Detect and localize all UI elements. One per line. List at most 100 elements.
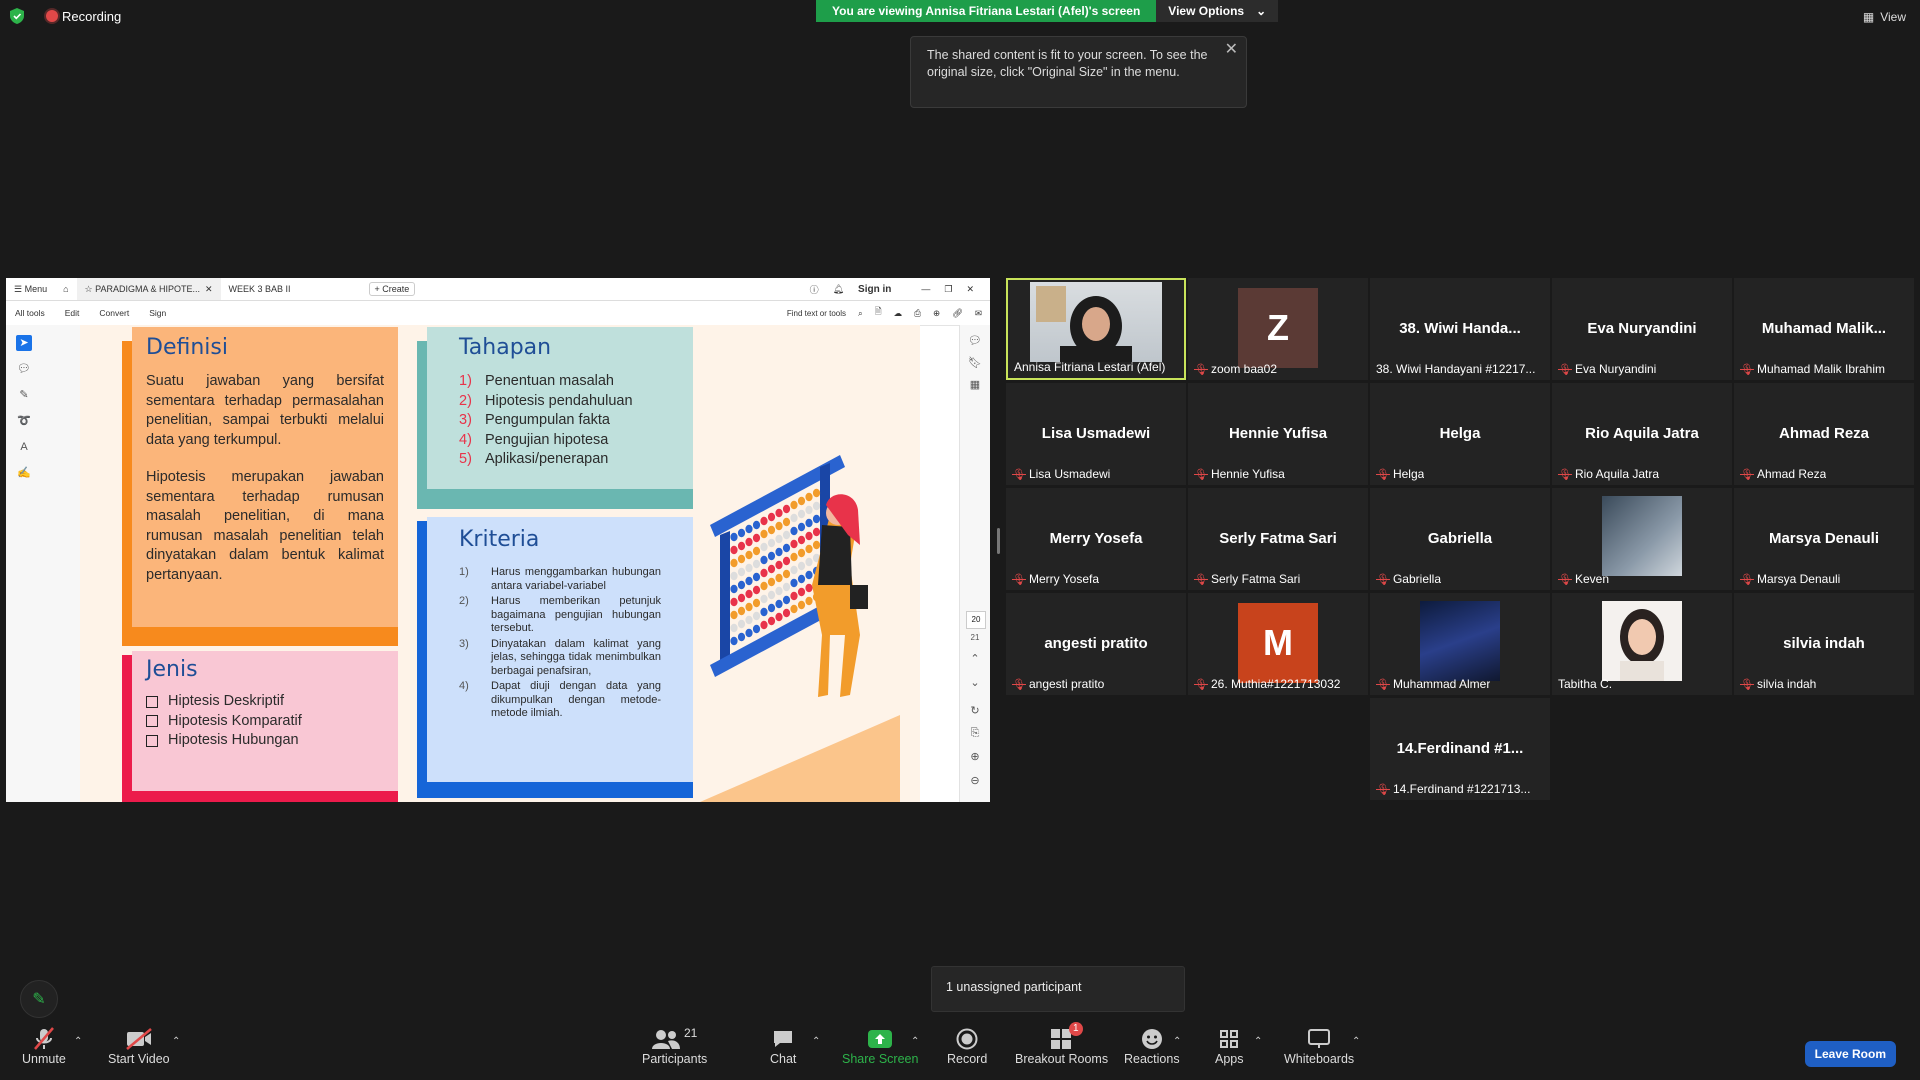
create-button[interactable]: + Create <box>368 282 416 296</box>
page-down-icon[interactable]: ⌄ <box>967 675 983 691</box>
find-field[interactable]: Find text or tools <box>787 309 846 318</box>
unmute-label: Unmute <box>22 1052 66 1066</box>
participant-tile[interactable]: 38. Wiwi Handa... 38. Wiwi Handayani #122… <box>1370 278 1550 380</box>
chat-options-chevron-icon[interactable]: ⌃ <box>812 1036 820 1047</box>
participant-tile[interactable]: Rio Aquila Jatra 🎙︎ Rio Aquila Jatra <box>1552 383 1732 485</box>
select-cursor-icon[interactable]: ➤ <box>16 335 32 351</box>
tahapan-list: 1) Penentuan masalah 2) Hipotesis pendahulu… <box>459 372 661 470</box>
whiteboards-chevron-icon[interactable]: ⌃ <box>1352 1036 1360 1047</box>
page-up-icon[interactable]: ⌃ <box>967 651 983 667</box>
breakout-rooms-icon: 1 <box>1050 1022 1083 1052</box>
text-icon[interactable]: A <box>16 439 32 455</box>
page-number-box[interactable]: 20 <box>966 611 986 629</box>
help-icon[interactable]: ⓘ <box>810 283 819 296</box>
fit-page-icon[interactable]: ⎘ <box>967 725 983 741</box>
lasso-icon[interactable]: ➰ <box>16 413 32 429</box>
view-options-button[interactable]: View Options ⌄ <box>1156 0 1279 22</box>
tool-edit[interactable]: Edit <box>65 308 80 318</box>
bookmark-icon[interactable]: 🔖︎ <box>967 355 983 371</box>
bell-icon[interactable]: 🔔︎ <box>833 284 844 295</box>
save-icon[interactable]: 🗎︎ <box>875 306 882 320</box>
abacus-bead <box>805 531 813 541</box>
print-icon[interactable]: ⎙ <box>914 308 921 319</box>
search-icon[interactable]: ⌕ <box>858 308 863 319</box>
participant-tile[interactable]: Helga 🎙︎ Helga <box>1370 383 1550 485</box>
record-button[interactable]: Record <box>947 1026 987 1066</box>
participant-tile[interactable]: Merry Yosefa 🎙︎ Merry Yosefa <box>1006 488 1186 590</box>
share-icon[interactable]: ⊕ <box>933 308 940 319</box>
chat-button[interactable]: Chat <box>770 1026 796 1066</box>
home-icon[interactable]: ⌂ <box>55 284 76 294</box>
participant-tile[interactable]: angesti pratito 🎙︎ angesti pratito <box>1006 593 1186 695</box>
jenis-panel: Jenis Hiptesis Deskriptif Hipotesis Kompa… <box>132 651 398 791</box>
participant-tile[interactable]: Serly Fatma Sari 🎙︎ Serly Fatma Sari <box>1188 488 1368 590</box>
participant-tile[interactable]: Muhamad Malik... 🎙︎ Muhamad Malik Ibrahim <box>1734 278 1914 380</box>
video-options-chevron-icon[interactable]: ⌃ <box>172 1036 180 1047</box>
participant-tile[interactable]: 🎙︎ Muhammad Almer <box>1370 593 1550 695</box>
leave-room-button[interactable]: Leave Room <box>1804 1041 1896 1067</box>
participant-tile[interactable]: 14.Ferdinand #1... 🎙︎ 14.Ferdinand #122171… <box>1370 698 1550 800</box>
thumbnails-icon[interactable]: ▦ <box>967 377 983 393</box>
apps-button[interactable]: Apps <box>1215 1026 1244 1066</box>
breakout-rooms-button[interactable]: 1 Breakout Rooms <box>1015 1022 1108 1066</box>
annotate-pencil-button[interactable]: ✎ <box>20 980 58 1018</box>
comments-panel-icon[interactable]: 💬︎ <box>967 333 983 349</box>
participant-tile[interactable]: Hennie Yufisa 🎙︎ Hennie Yufisa <box>1188 383 1368 485</box>
abacus-bead <box>797 600 806 610</box>
participant-display-name: 14.Ferdinand #1... <box>1396 740 1524 757</box>
share-screen-button[interactable]: Share Screen <box>842 1026 918 1066</box>
whiteboards-button[interactable]: Whiteboards <box>1284 1026 1354 1066</box>
close-icon[interactable]: ✕ <box>1225 41 1238 58</box>
abacus-bead <box>775 508 783 518</box>
sign-in-button[interactable]: Sign in <box>858 284 891 295</box>
reactions-chevron-icon[interactable]: ⌃ <box>1173 1036 1181 1047</box>
participant-tile[interactable]: Lisa Usmadewi 🎙︎ Lisa Usmadewi <box>1006 383 1186 485</box>
unmute-button[interactable]: Unmute <box>22 1026 66 1066</box>
participant-tile[interactable]: Tabitha C. <box>1552 593 1732 695</box>
reactions-button[interactable]: Reactions <box>1124 1026 1180 1066</box>
participant-tile[interactable]: Eva Nuryandini 🎙︎ Eva Nuryandini <box>1552 278 1732 380</box>
pen-icon[interactable]: ✎ <box>16 387 32 403</box>
stamp-icon[interactable]: ✍ <box>16 465 32 481</box>
participant-tile[interactable]: Marsya Denauli 🎙︎ Marsya Denauli <box>1734 488 1914 590</box>
zoom-in-icon[interactable]: ⊕ <box>967 749 983 765</box>
share-options-chevron-icon[interactable]: ⌃ <box>911 1036 919 1047</box>
zoom-out-icon[interactable]: ⊖ <box>967 773 983 789</box>
participant-name-label: 🎙︎ Eva Nuryandini <box>1558 362 1656 376</box>
tool-sign[interactable]: Sign <box>149 308 166 318</box>
participant-name: Marsya Denauli <box>1756 572 1841 586</box>
tab-week3[interactable]: WEEK 3 BAB II <box>221 284 299 294</box>
tab-paradigma[interactable]: ☆ PARADIGMA & HIPOTE... ✕ <box>76 278 221 300</box>
maximize-icon[interactable]: ❐ <box>944 284 952 295</box>
link-icon[interactable]: 🔗︎ <box>952 308 963 319</box>
definisi-p1: Suatu jawaban yang bersifat sementara te… <box>146 373 384 448</box>
participant-name: 26. Muthia#1221713032 <box>1210 677 1341 691</box>
tahapan-item: 4) Pengujian hipotesa <box>459 431 661 451</box>
participant-tile[interactable]: 🎙︎ Keven <box>1552 488 1732 590</box>
participant-tile[interactable]: M 🎙︎ 26. Muthia#1221713032 <box>1188 593 1368 695</box>
view-button[interactable]: ▦ View <box>1863 10 1906 24</box>
item-text: Harus menggambarkan hubungan antara vari… <box>491 566 661 592</box>
participant-tile[interactable]: Annisa Fitriana Lestari (Afel) <box>1006 278 1186 380</box>
splitter-handle[interactable] <box>997 528 1000 554</box>
participant-tile[interactable]: Ahmad Reza 🎙︎ Ahmad Reza <box>1734 383 1914 485</box>
menu-button[interactable]: ☰ Menu <box>6 284 55 295</box>
audio-options-chevron-icon[interactable]: ⌃ <box>74 1036 82 1047</box>
comment-icon[interactable]: 💬︎ <box>16 361 32 377</box>
abacus-bead <box>730 636 738 646</box>
tool-all-tools[interactable]: All tools <box>15 308 45 318</box>
participants-button[interactable]: 21 Participants <box>642 1026 707 1066</box>
upload-icon[interactable]: ☁︎ <box>894 308 903 319</box>
apps-chevron-icon[interactable]: ⌃ <box>1254 1036 1262 1047</box>
close-window-icon[interactable]: ✕ <box>966 284 974 295</box>
start-video-button[interactable]: Start Video <box>108 1026 170 1066</box>
mail-icon[interactable]: ✉ <box>975 308 982 319</box>
participant-name-label: Tabitha C. <box>1558 677 1612 691</box>
participant-tile[interactable]: silvia indah 🎙︎ silvia indah <box>1734 593 1914 695</box>
participant-tile[interactable]: Z 🎙︎ zoom baa02 <box>1188 278 1368 380</box>
rotate-icon[interactable]: ↻ <box>967 703 983 719</box>
minimize-icon[interactable]: — <box>921 284 930 294</box>
participant-display-name: Eva Nuryandini <box>1587 320 1697 337</box>
tool-convert[interactable]: Convert <box>99 308 129 318</box>
participant-tile[interactable]: Gabriella 🎙︎ Gabriella <box>1370 488 1550 590</box>
